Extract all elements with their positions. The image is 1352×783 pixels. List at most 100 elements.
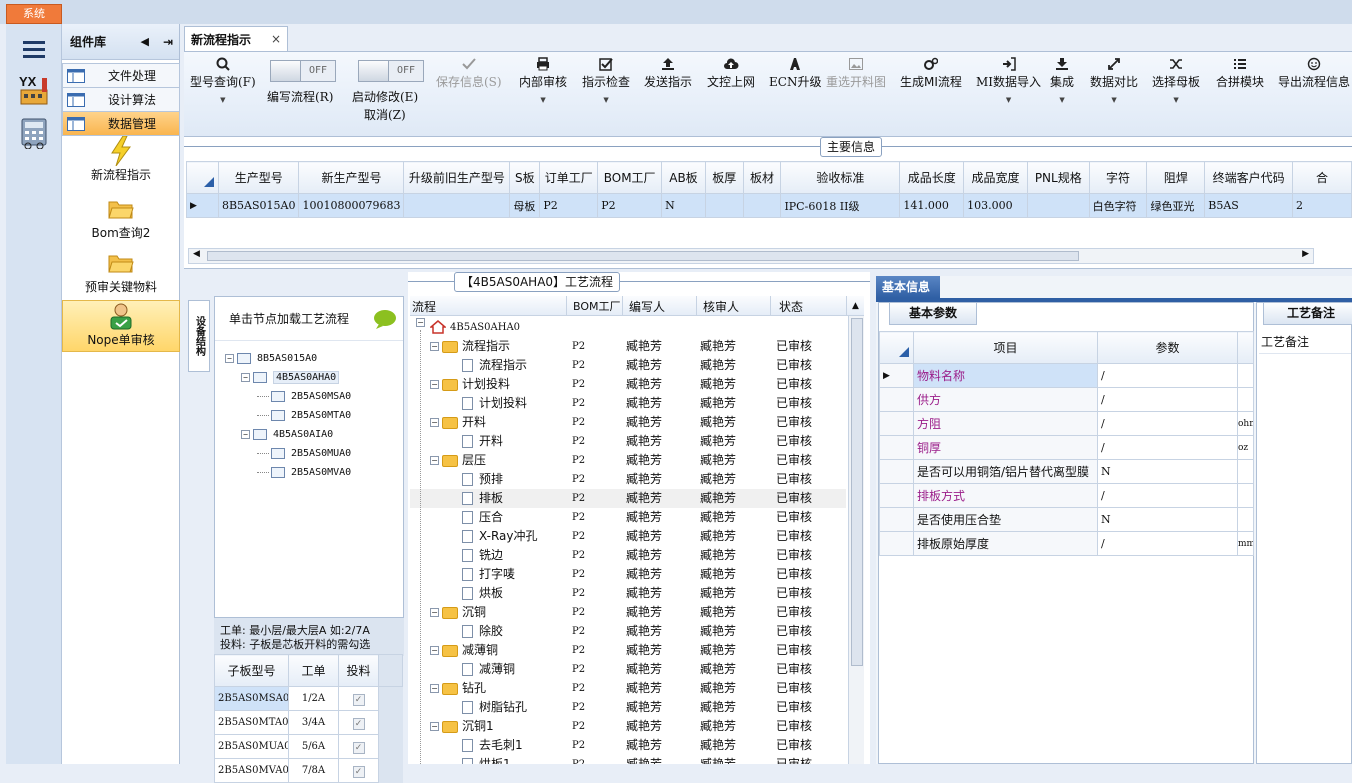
process-group[interactable]: − 沉铜 P2 臧艳芳 臧艳芳 已审核 xyxy=(410,603,846,622)
nav-file-processing[interactable]: 文件处理 xyxy=(62,63,180,88)
table-row[interactable]: 2B5AS0MUA0 5/6A ✓ xyxy=(214,734,403,759)
mi-data-import-button[interactable]: MI数据导入 ▼ xyxy=(976,56,1041,104)
cell[interactable]: 8B5AS015A0 xyxy=(217,193,300,218)
menu-icon[interactable] xyxy=(12,30,56,68)
collapse-icon[interactable]: − xyxy=(430,608,439,617)
tree-node[interactable]: − 8B5AS015A0 xyxy=(225,349,317,368)
param-value[interactable]: / xyxy=(1097,435,1238,460)
collapse-arrow-icon[interactable]: ◀ xyxy=(140,35,148,48)
dropdown-arrow-icon[interactable]: ▼ xyxy=(976,96,1041,104)
dropdown-arrow-icon[interactable]: ▼ xyxy=(582,96,630,104)
feed-checkbox[interactable]: ✓ xyxy=(338,710,379,735)
process-group[interactable]: − 流程指示 P2 臧艳芳 臧艳芳 已审核 xyxy=(410,337,846,356)
collapse-icon[interactable]: − xyxy=(416,318,425,327)
param-value[interactable]: / xyxy=(1097,387,1238,412)
scroll-thumb[interactable] xyxy=(207,251,1079,261)
dropdown-arrow-icon[interactable]: ▼ xyxy=(519,96,567,104)
process-step[interactable]: 压合 P2 臧艳芳 臧艳芳 已审核 xyxy=(410,508,846,527)
tab-basic-info[interactable]: 基本信息 xyxy=(876,276,940,298)
table-row[interactable]: 2B5AS0MVA0 7/8A ✓ xyxy=(214,758,403,783)
enable-edit-toggle[interactable]: OFF xyxy=(358,60,424,82)
cell[interactable]: IPC-6018 II级 xyxy=(780,193,901,218)
param-value[interactable]: N xyxy=(1097,507,1238,532)
scroll-up-icon[interactable]: ▲ xyxy=(846,296,864,316)
tree-node[interactable]: 2B5AS0MUA0 xyxy=(257,444,351,463)
cell[interactable]: P2 xyxy=(539,193,599,218)
collapse-icon[interactable]: − xyxy=(430,684,439,693)
model-query-button[interactable]: 型号查询(F) ▼ xyxy=(190,56,256,104)
cell[interactable]: 白色字符 xyxy=(1088,193,1148,218)
process-group[interactable]: − 减薄铜 P2 臧艳芳 臧艳芳 已审核 xyxy=(410,641,846,660)
cell-order[interactable]: 7/8A xyxy=(288,758,339,783)
internal-review-button[interactable]: 内部审核 ▼ xyxy=(519,56,567,104)
select-motherboard-button[interactable]: 选择母板 ▼ xyxy=(1152,56,1200,104)
param-row[interactable]: 排板原始厚度 / mm xyxy=(879,531,1254,556)
tool-bom-query[interactable]: Bom查询2 xyxy=(62,194,180,246)
dropdown-arrow-icon[interactable]: ▼ xyxy=(1152,96,1200,104)
table-row[interactable]: 2B5AS0MTA0 3/4A ✓ xyxy=(214,710,403,735)
process-step[interactable]: 烘板1 P2 臧艳芳 臧艳芳 已审核 xyxy=(410,755,846,764)
process-step[interactable]: 流程指示 P2 臧艳芳 臧艳芳 已审核 xyxy=(410,356,846,375)
param-row[interactable]: 是否可以用铜箔/铝片替代离型膜 N xyxy=(879,459,1254,484)
tab-process-remark[interactable]: 工艺备注 xyxy=(1263,303,1352,325)
process-step[interactable]: 预排 P2 臧艳芳 臧艳芳 已审核 xyxy=(410,470,846,489)
collapse-icon[interactable]: − xyxy=(430,342,439,351)
param-value[interactable]: / xyxy=(1097,531,1238,556)
param-value[interactable]: / xyxy=(1097,363,1238,388)
cell[interactable]: 103.000 xyxy=(963,193,1028,218)
param-value[interactable]: / xyxy=(1097,483,1238,508)
param-row[interactable]: 排板方式 / xyxy=(879,483,1254,508)
collapse-icon[interactable]: − xyxy=(430,380,439,389)
tool-key-material[interactable]: 预审关键物料 xyxy=(62,248,180,300)
process-step[interactable]: 计划投料 P2 臧艳芳 臧艳芳 已审核 xyxy=(410,394,846,413)
process-step[interactable]: X-Ray冲孔 P2 臧艳芳 臧艳芳 已审核 xyxy=(410,527,846,546)
dropdown-arrow-icon[interactable]: ▼ xyxy=(1050,96,1074,104)
instruction-check-button[interactable]: 指示检查 ▼ xyxy=(582,56,630,104)
cell-order[interactable]: 5/6A xyxy=(288,734,339,759)
feed-checkbox[interactable]: ✓ xyxy=(338,758,379,783)
param-value[interactable]: / xyxy=(1097,411,1238,436)
tab-basic-params[interactable]: 基本参数 xyxy=(889,303,977,325)
cell[interactable] xyxy=(403,193,511,218)
collapse-icon[interactable]: − xyxy=(430,456,439,465)
tree-node[interactable]: 2B5AS0MVA0 xyxy=(257,463,351,482)
generate-mi-flow-button[interactable]: 生成MI流程 xyxy=(900,56,962,90)
send-instruction-button[interactable]: 发送指示 xyxy=(644,56,692,90)
dropdown-arrow-icon[interactable]: ▼ xyxy=(190,96,256,104)
vertical-scrollbar[interactable] xyxy=(848,316,864,764)
cell[interactable] xyxy=(1026,193,1090,218)
dropdown-arrow-icon[interactable]: ▼ xyxy=(1090,96,1138,104)
param-row[interactable]: 供方 / xyxy=(879,387,1254,412)
cell[interactable]: 绿色亚光 xyxy=(1146,193,1206,218)
tree-node[interactable]: − 4B5AS0AIA0 xyxy=(241,425,333,444)
param-row[interactable]: 方阻/ohm xyxy=(879,411,1254,436)
process-step[interactable]: 减薄铜 P2 臧艳芳 臧艳芳 已审核 xyxy=(410,660,846,679)
scroll-thumb[interactable] xyxy=(851,318,863,666)
merge-module-button[interactable]: 合拼模块 xyxy=(1216,56,1264,90)
collapse-icon[interactable]: − xyxy=(241,429,250,439)
cell[interactable]: 141.000 xyxy=(899,193,965,218)
feed-checkbox[interactable]: ✓ xyxy=(338,734,379,759)
tool-new-flow[interactable]: 新流程指示 xyxy=(62,136,180,188)
pin-icon[interactable]: ⇥ xyxy=(163,35,173,49)
process-group[interactable]: − 沉铜1 P2 臧艳芳 臧艳芳 已审核 xyxy=(410,717,846,736)
tree-node[interactable]: 2B5AS0MTA0 xyxy=(257,406,351,425)
integrate-button[interactable]: 集成 ▼ xyxy=(1050,56,1074,104)
data-compare-button[interactable]: 数据对比 ▼ xyxy=(1090,56,1138,104)
cell-order[interactable]: 3/4A xyxy=(288,710,339,735)
ecn-upgrade-button[interactable]: ECN升级 xyxy=(769,56,821,90)
close-icon[interactable]: × xyxy=(271,32,281,46)
collapse-icon[interactable]: − xyxy=(430,646,439,655)
cell[interactable]: P2 xyxy=(597,193,663,218)
param-row[interactable]: 是否使用压合垫 N xyxy=(879,507,1254,532)
process-step[interactable]: 打字唛 P2 臧艳芳 臧艳芳 已审核 xyxy=(410,565,846,584)
process-group[interactable]: − 层压 P2 臧艳芳 臧艳芳 已审核 xyxy=(410,451,846,470)
collapse-icon[interactable]: − xyxy=(430,722,439,731)
cell[interactable] xyxy=(704,193,744,218)
param-row[interactable]: ▶ 物料名称 / xyxy=(879,363,1254,388)
process-step[interactable]: 烘板 P2 臧艳芳 臧艳芳 已审核 xyxy=(410,584,846,603)
process-step[interactable]: 铣边 P2 臧艳芳 臧艳芳 已审核 xyxy=(410,546,846,565)
process-step[interactable]: 去毛刺1 P2 臧艳芳 臧艳芳 已审核 xyxy=(410,736,846,755)
nav-design-algorithm[interactable]: 设计算法 xyxy=(62,87,180,112)
reselect-cut-image-button[interactable]: 重选开料图 xyxy=(826,56,886,90)
